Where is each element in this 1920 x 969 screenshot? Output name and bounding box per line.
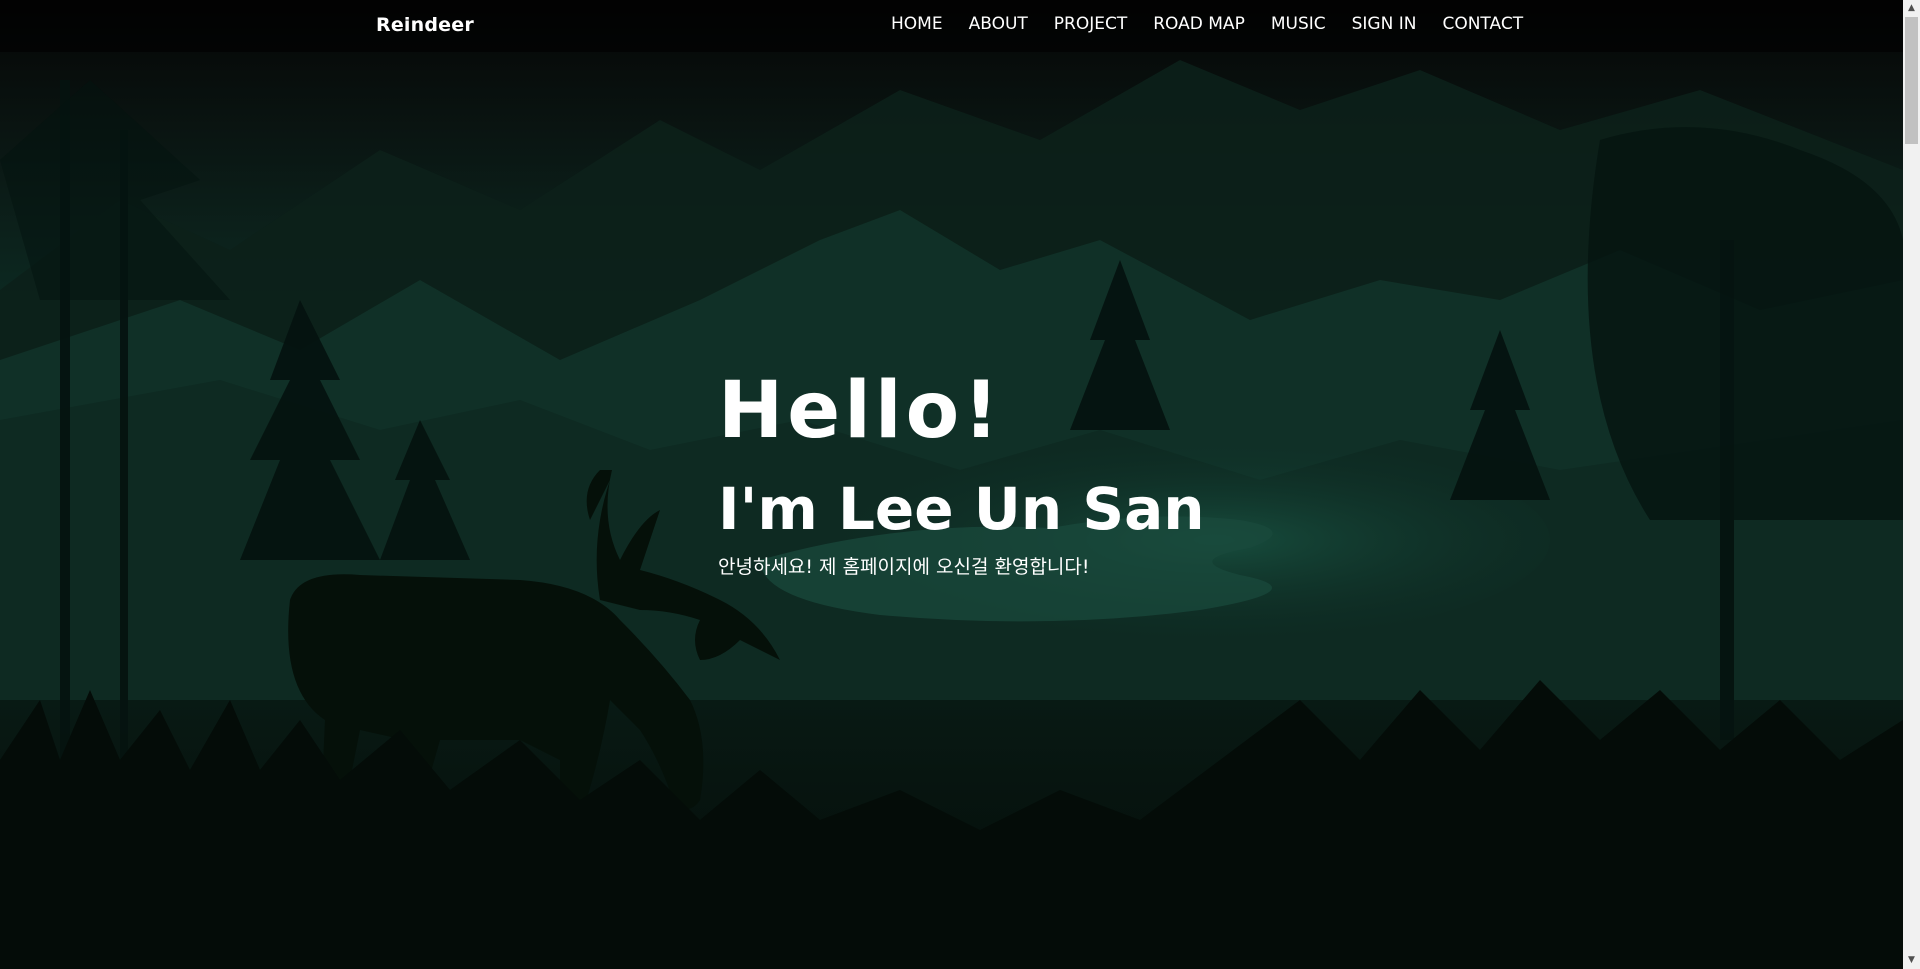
nav-item-music[interactable]: MUSIC — [1271, 14, 1326, 34]
nav-item-road-map[interactable]: ROAD MAP — [1153, 14, 1245, 34]
site-logo[interactable]: Reindeer — [376, 14, 474, 36]
top-navigation-bar: Reindeer HOME ABOUT PROJECT ROAD MAP MUS… — [0, 0, 1903, 52]
hero-subtitle: 안녕하세요! 제 홈페이지에 오신걸 환영합니다! — [718, 556, 1090, 578]
nav-item-home[interactable]: HOME — [891, 14, 943, 34]
hero-section: Hello! I'm Lee Un San 안녕하세요! 제 홈페이지에 오신걸… — [718, 372, 1205, 579]
nav-item-project[interactable]: PROJECT — [1054, 14, 1127, 34]
vertical-scrollbar[interactable]: ▲ ▼ — [1903, 0, 1920, 969]
nav-item-sign-in[interactable]: SIGN IN — [1352, 14, 1417, 34]
nav-item-about[interactable]: ABOUT — [969, 14, 1028, 34]
foreground-grass — [0, 680, 1903, 969]
hero-greeting: Hello! — [718, 366, 1003, 456]
arrow-down-icon[interactable]: ▼ — [1903, 952, 1920, 969]
nav-item-contact[interactable]: CONTACT — [1442, 14, 1523, 34]
main-nav: HOME ABOUT PROJECT ROAD MAP MUSIC SIGN I… — [891, 14, 1523, 34]
page-viewport: Reindeer HOME ABOUT PROJECT ROAD MAP MUS… — [0, 0, 1903, 969]
hero-name: I'm Lee Un San — [718, 475, 1205, 543]
scrollbar-thumb[interactable] — [1905, 17, 1918, 144]
arrow-up-icon[interactable]: ▲ — [1903, 0, 1920, 17]
